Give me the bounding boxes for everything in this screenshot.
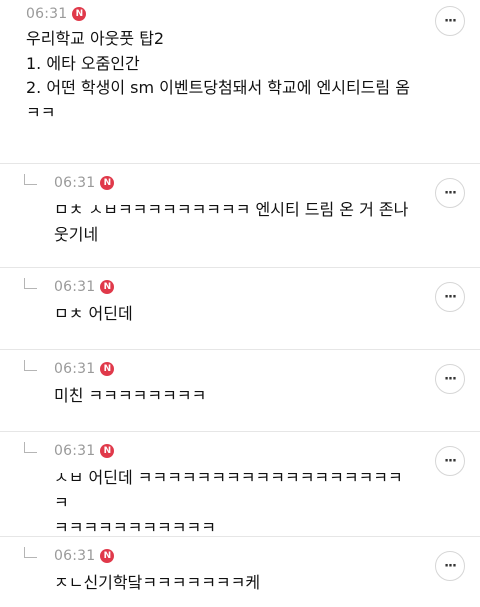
post-line: 2. 어떤 학생이 sm 이벤트당첨돼서 학교에 엔시티드림 옴 [26, 78, 410, 97]
more-options-button[interactable]: ··· [435, 282, 465, 312]
more-icon: ··· [444, 453, 457, 469]
more-icon: ··· [444, 289, 457, 305]
reply-arrow-icon [24, 174, 37, 185]
reply-line: ㅅㅂ 어딘데 ㅋㅋㅋㅋㅋㅋㅋㅋㅋㅋㅋㅋㅋㅋㅋㅋㅋㅋㅋ [54, 468, 403, 512]
more-options-button[interactable]: ··· [435, 364, 465, 394]
reply-body: 미친 ㅋㅋㅋㅋㅋㅋㅋㅋ [54, 383, 410, 408]
timestamp: 06:31 [26, 6, 68, 22]
reply-line: ㅁㅊ ㅅㅂㅋㅋㅋㅋㅋㅋㅋㅋㅋ 엔시티 드림 온 거 존나 [54, 200, 409, 219]
timestamp: 06:31 [54, 443, 96, 459]
reply-item: 06:31 N 미친 ㅋㅋㅋㅋㅋㅋㅋㅋ ··· [0, 350, 480, 432]
new-badge: N [100, 549, 115, 563]
more-icon: ··· [444, 371, 457, 387]
timestamp: 06:31 [54, 279, 96, 295]
reply-meta: 06:31 N [54, 360, 410, 378]
reply-meta: 06:31 N [54, 547, 410, 565]
reply-body: ㅁㅊ ㅅㅂㅋㅋㅋㅋㅋㅋㅋㅋㅋ 엔시티 드림 온 거 존나웃기네 [54, 197, 410, 247]
timestamp: 06:31 [54, 548, 96, 564]
post-line: ㅋㅋ [26, 102, 56, 122]
reply-arrow-icon [24, 442, 37, 453]
reply-line: ㅈㄴ신기학닼ㅋㅋㅋㅋㅋㅋㅋ케 [54, 573, 261, 592]
reply-meta: 06:31 N [54, 442, 410, 460]
new-badge: N [100, 362, 115, 376]
more-options-button[interactable]: ··· [435, 551, 465, 581]
new-badge: N [72, 7, 87, 21]
reply-meta: 06:31 N [54, 278, 410, 296]
more-options-button[interactable]: ··· [435, 178, 465, 208]
original-post: 06:31 N 우리학교 아웃풋 탑2 1. 에타 오줌인간 2. 어떤 학생이 s… [0, 0, 480, 164]
timestamp: 06:31 [54, 175, 96, 191]
post-line: 1. 에타 오줌인간 [26, 53, 140, 73]
comment-feed: 06:31 N 우리학교 아웃풋 탑2 1. 에타 오줌인간 2. 어떤 학생이 s… [0, 0, 480, 604]
new-badge: N [100, 280, 115, 294]
reply-item: 06:31 N ㅈㄴ신기학닼ㅋㅋㅋㅋㅋㅋㅋ케 ··· [0, 537, 480, 607]
reply-arrow-icon [24, 360, 37, 371]
reply-line: ㅁㅊ 어딘데 [54, 304, 133, 323]
new-badge: N [100, 444, 115, 458]
more-icon: ··· [444, 13, 457, 29]
post-meta: 06:31 N [26, 5, 410, 23]
reply-item: 06:31 N ㅁㅊ 어딘데 ··· [0, 268, 480, 350]
reply-item: 06:31 N ㅅㅂ 어딘데 ㅋㅋㅋㅋㅋㅋㅋㅋㅋㅋㅋㅋㅋㅋㅋㅋㅋㅋㅋ ㅋㅋㅋㅋㅋㅋ… [0, 432, 480, 537]
new-badge: N [100, 176, 115, 190]
reply-arrow-icon [24, 278, 37, 289]
reply-body: ㅈㄴ신기학닼ㅋㅋㅋㅋㅋㅋㅋ케 [54, 570, 410, 595]
reply-item: 06:31 N ㅁㅊ ㅅㅂㅋㅋㅋㅋㅋㅋㅋㅋㅋ 엔시티 드림 온 거 존나 웃기네 … [0, 164, 480, 268]
more-options-button[interactable]: ··· [435, 446, 465, 476]
reply-body: ㅅㅂ 어딘데 ㅋㅋㅋㅋㅋㅋㅋㅋㅋㅋㅋㅋㅋㅋㅋㅋㅋㅋㅋ ㅋㅋㅋㅋㅋㅋㅋㅋㅋㅋㅋ [54, 465, 410, 540]
more-options-button[interactable]: ··· [435, 6, 465, 36]
more-icon: ··· [444, 185, 457, 201]
reply-line: 웃기네 [54, 225, 99, 244]
timestamp: 06:31 [54, 361, 96, 377]
more-icon: ··· [444, 558, 457, 574]
post-body: 우리학교 아웃풋 탑2 1. 에타 오줌인간 2. 어떤 학생이 sm 이벤트당첨돼… [26, 27, 410, 125]
post-line: 우리학교 아웃풋 탑2 [26, 29, 165, 48]
reply-meta: 06:31 N [54, 174, 410, 192]
reply-line: 미친 ㅋㅋㅋㅋㅋㅋㅋㅋ [54, 386, 207, 405]
reply-arrow-icon [24, 547, 37, 558]
reply-body: ㅁㅊ 어딘데 [54, 301, 410, 326]
